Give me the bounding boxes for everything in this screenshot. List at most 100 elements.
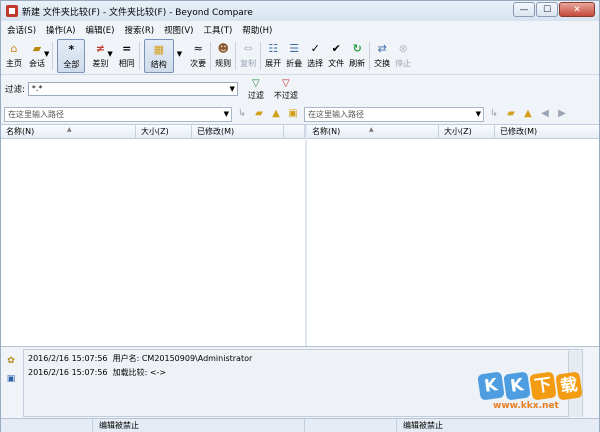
log-settings-icon[interactable]: ✿	[5, 355, 17, 367]
menu-tools[interactable]: 工具(T)	[204, 24, 233, 36]
title-bar: 新建 文件夹比较(F) - 文件夹比较(F) - Beyond Compare …	[1, 1, 599, 21]
history-forward-icon[interactable]: ▶	[555, 107, 569, 121]
status-right-spacer	[305, 419, 397, 432]
maximize-button[interactable]: ☐	[536, 2, 558, 17]
path-bar: 在这里输入路径 ▼ ↳ ▰ ▲ ▣ 在这里输入路径 ▼ ↳ ▰ ▲ ◀ ▶	[1, 105, 599, 123]
left-col-extra[interactable]	[284, 125, 305, 138]
app-icon	[6, 5, 18, 17]
show-all-button[interactable]: * 全部	[57, 39, 86, 73]
funnel-off-icon: ▽	[282, 77, 290, 89]
copy-icon: ⇔	[243, 42, 253, 55]
show-same-button[interactable]: = 相同	[119, 39, 135, 73]
equal-icon: =	[122, 42, 132, 55]
swap-button[interactable]: ⇄ 交换	[374, 39, 390, 73]
comparison-panes: 名称(N) ▲ 大小(Z) 已修改(M) 名称(N) ▲ 大小(Z) 已修改(M…	[1, 124, 599, 346]
watermark-logo: K K 下 载 www.kkx.net	[477, 371, 583, 411]
right-file-list[interactable]	[307, 140, 599, 346]
menu-edit[interactable]: 编辑(E)	[85, 24, 114, 36]
expand-icon: ☷	[268, 42, 279, 55]
rules-user-icon: ☻	[217, 42, 229, 55]
menu-action[interactable]: 操作(A)	[46, 24, 75, 36]
files-button[interactable]: ✔ 文件	[328, 39, 344, 73]
right-browse-folder-icon[interactable]: ▰	[504, 107, 518, 121]
toolbar-separator	[138, 42, 140, 70]
collapse-icon: ☰	[289, 42, 300, 55]
toolbar-separator	[260, 42, 262, 70]
log-gutter: ✿ ▣	[1, 347, 23, 419]
sort-ascending-icon: ▲	[67, 126, 72, 133]
right-col-name[interactable]: 名称(N) ▲	[307, 125, 439, 138]
minimize-button[interactable]: —	[513, 2, 535, 17]
filter-value: *.*	[31, 84, 43, 93]
log-save-icon[interactable]: ▣	[5, 373, 17, 385]
select-check-icon: ✓	[310, 42, 320, 55]
filter-dropdown-icon[interactable]: ▼	[229, 83, 234, 95]
toolbar: ⌂ 主页 ▰ 会话 ▼ * 全部 ≠ 差别 ▼ = 相同 ▦ 结构 ▼ ≈ 次要	[1, 39, 599, 75]
swap-icon: ⇄	[377, 42, 387, 55]
toolbar-separator	[235, 42, 237, 70]
menu-help[interactable]: 帮助(H)	[242, 24, 272, 36]
files-check-icon: ✔	[331, 42, 341, 55]
left-path-input[interactable]: 在这里输入路径 ▼	[4, 106, 232, 122]
status-left-edit: 编辑被禁止	[93, 419, 305, 432]
window-title: 新建 文件夹比较(F) - 文件夹比较(F) - Beyond Compare	[22, 7, 253, 18]
right-col-modified[interactable]: 已修改(M)	[495, 125, 599, 138]
home-button[interactable]: ⌂ 主页	[6, 39, 22, 73]
filter-label: 过滤:	[5, 85, 25, 95]
left-col-size[interactable]: 大小(Z)	[136, 125, 192, 138]
show-diffs-button[interactable]: ≠ 差别	[92, 39, 108, 73]
left-path-dropdown-icon[interactable]: ▼	[224, 108, 229, 121]
right-path-nav-icon[interactable]: ↳	[487, 107, 501, 121]
refresh-icon: ↻	[352, 42, 362, 55]
toolbar-separator	[369, 42, 371, 70]
right-up-folder-icon[interactable]: ▲	[521, 107, 535, 121]
collapse-button[interactable]: ☰ 折叠	[286, 39, 302, 73]
structure-button[interactable]: ▦ 结构	[143, 39, 174, 73]
left-path-nav-icon[interactable]: ↳	[235, 107, 249, 121]
history-back-icon[interactable]: ◀	[538, 107, 552, 121]
refresh-button[interactable]: ↻ 刷新	[349, 39, 365, 73]
window-controls: — ☐ ✕	[513, 2, 595, 17]
no-filter-button[interactable]: ▽ 不过滤	[274, 78, 298, 101]
session-button[interactable]: ▰ 会话	[29, 39, 45, 73]
toolbar-separator	[210, 42, 212, 70]
session-icon: ▰	[32, 42, 42, 55]
filter-button[interactable]: ▽ 过滤	[248, 78, 264, 101]
copy-button[interactable]: ⇔ 复制	[240, 39, 256, 73]
status-left-spacer	[1, 419, 93, 432]
log-entry: 2016/2/16 15:07:56 加载比较: <->	[28, 368, 167, 377]
sort-ascending-icon: ▲	[369, 126, 374, 133]
toolbar-separator	[52, 42, 54, 70]
status-right-edit: 编辑被禁止	[403, 421, 443, 430]
right-path-dropdown-icon[interactable]: ▼	[476, 108, 481, 121]
expand-button[interactable]: ☷ 展开	[265, 39, 281, 73]
left-up-folder-icon[interactable]: ▲	[269, 107, 283, 121]
filter-combo[interactable]: *.* ▼	[27, 82, 238, 96]
stop-button[interactable]: ⊗ 停止	[395, 39, 411, 73]
rules-button[interactable]: ☻ 规则	[215, 39, 231, 73]
funnel-icon: ▽	[252, 77, 260, 89]
app-window: 新建 文件夹比较(F) - 文件夹比较(F) - Beyond Compare …	[0, 0, 600, 432]
menu-search[interactable]: 搜索(R)	[125, 24, 155, 36]
left-swap-folder-icon[interactable]: ▣	[286, 107, 300, 121]
filter-bar: 过滤: *.* ▼ ▽ 过滤 ▽ 不过滤	[1, 76, 599, 102]
minor-button[interactable]: ≈ 次要	[190, 39, 206, 73]
right-path-input[interactable]: 在这里输入路径 ▼	[304, 106, 484, 122]
approx-icon: ≈	[193, 42, 203, 55]
select-button[interactable]: ✓ 选择	[307, 39, 323, 73]
menu-bar: 会话(S) 操作(A) 编辑(E) 搜索(R) 视图(V) 工具(T) 帮助(H…	[1, 21, 599, 39]
stop-icon: ⊗	[398, 42, 408, 55]
left-file-list[interactable]	[1, 140, 305, 346]
menu-session[interactable]: 会话(S)	[7, 24, 36, 36]
left-col-name[interactable]: 名称(N) ▲	[1, 125, 136, 138]
not-equal-icon: ≠	[95, 42, 105, 55]
right-column-header: 名称(N) ▲ 大小(Z) 已修改(M)	[307, 125, 599, 139]
left-col-modified[interactable]: 已修改(M)	[192, 125, 284, 138]
right-col-size[interactable]: 大小(Z)	[439, 125, 495, 138]
left-column-header: 名称(N) ▲ 大小(Z) 已修改(M)	[1, 125, 305, 139]
home-icon: ⌂	[10, 42, 18, 55]
menu-view[interactable]: 视图(V)	[164, 24, 193, 36]
close-button[interactable]: ✕	[559, 2, 595, 17]
structure-dropdown-icon[interactable]: ▼	[177, 50, 182, 58]
left-browse-folder-icon[interactable]: ▰	[252, 107, 266, 121]
